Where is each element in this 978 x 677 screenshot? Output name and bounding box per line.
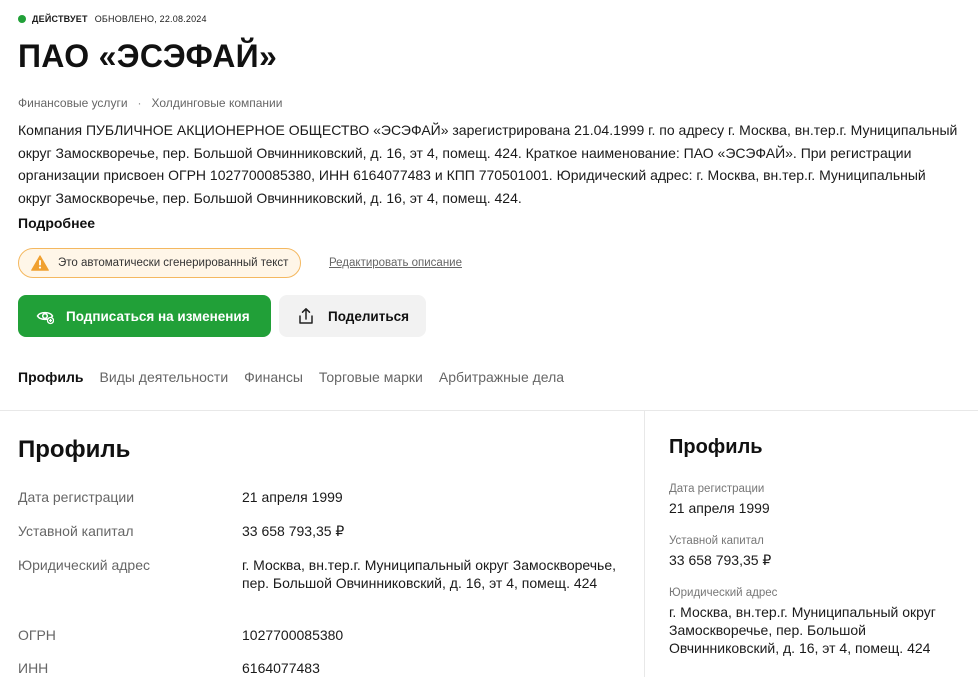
column-divider [644, 411, 645, 677]
profile-title: Профиль [18, 436, 131, 463]
status-indicator [18, 15, 26, 23]
company-description: Компания ПУБЛИЧНОЕ АКЦИОНЕРНОЕ ОБЩЕСТВО … [18, 122, 958, 206]
profile-row-value: 6164077483 [242, 660, 320, 676]
category-list: Финансовые услуги · Холдинговые компании [18, 96, 282, 110]
sidebar-item-value: 21 апреля 1999 [669, 500, 770, 516]
share-icon [299, 308, 313, 324]
status-row: ДЕЙСТВУЕТ ОБНОВЛЕНО, 22.08.2024 [18, 14, 207, 24]
sidebar-item-capital: Уставной капитал 33 658 793,35 ₽ [669, 535, 959, 569]
ai-notice-text: Это автоматически сгенерированный текст [58, 257, 289, 269]
status-badge: ДЕЙСТВУЕТ [32, 14, 88, 24]
sidebar-item-legal-address: Юридический адрес г. Москва, вн.тер.г. М… [669, 587, 959, 657]
profile-row-label: Уставной капитал [18, 523, 134, 539]
more-link[interactable]: Подробнее [18, 215, 95, 231]
profile-row-label: Юридический адрес [18, 557, 151, 573]
tab-activities[interactable]: Виды деятельности [100, 369, 229, 385]
subscribe-button[interactable]: Подписаться на изменения [18, 295, 271, 337]
profile-row-value: 1027700085380 [242, 627, 344, 643]
share-button[interactable]: Поделиться [279, 295, 426, 337]
tab-arbitration[interactable]: Арбитражные дела [439, 369, 564, 385]
edit-description-link[interactable]: Редактировать описание [329, 257, 462, 269]
profile-row-value: г. Москва, вн.тер.г. Муниципальный округ… [242, 557, 617, 591]
watch-eye-icon [36, 311, 54, 325]
profile-row-value: 33 658 793,35 ₽ [242, 523, 345, 539]
updated-date: ОБНОВЛЕНО, 22.08.2024 [94, 14, 207, 24]
profile-row-label: ОГРН [18, 627, 56, 643]
share-label: Поделиться [328, 308, 410, 324]
sidebar-title: Профиль [669, 436, 763, 458]
sidebar-item-label: Юридический адрес [669, 587, 778, 599]
sidebar-item-value: г. Москва, вн.тер.г. Муниципальный округ… [669, 604, 936, 656]
sidebar-item-value: 33 658 793,35 ₽ [669, 552, 772, 568]
category-separator: · [137, 96, 142, 110]
page-title: ПАО «ЭСЭФАЙ» [18, 38, 278, 74]
tab-profile[interactable]: Профиль [18, 369, 84, 385]
section-divider [0, 410, 978, 411]
tab-finances[interactable]: Финансы [244, 369, 303, 385]
sidebar-item-label: Дата регистрации [669, 483, 765, 495]
profile-row-label: ИНН [18, 660, 49, 676]
sidebar-item-registration-date: Дата регистрации 21 апреля 1999 [669, 483, 959, 517]
tab-trademarks[interactable]: Торговые марки [319, 369, 423, 385]
profile-row-value: 21 апреля 1999 [242, 489, 343, 505]
profile-row-label: Дата регистрации [18, 489, 135, 505]
category-item[interactable]: Холдинговые компании [152, 96, 283, 110]
category-item[interactable]: Финансовые услуги [18, 96, 128, 110]
ai-generated-notice: Это автоматически сгенерированный текст [18, 248, 302, 278]
sidebar-item-label: Уставной капитал [669, 535, 764, 547]
subscribe-label: Подписаться на изменения [66, 308, 250, 324]
section-tabs: Профиль Виды деятельности Финансы Торгов… [18, 369, 580, 385]
warning-icon [31, 255, 49, 271]
